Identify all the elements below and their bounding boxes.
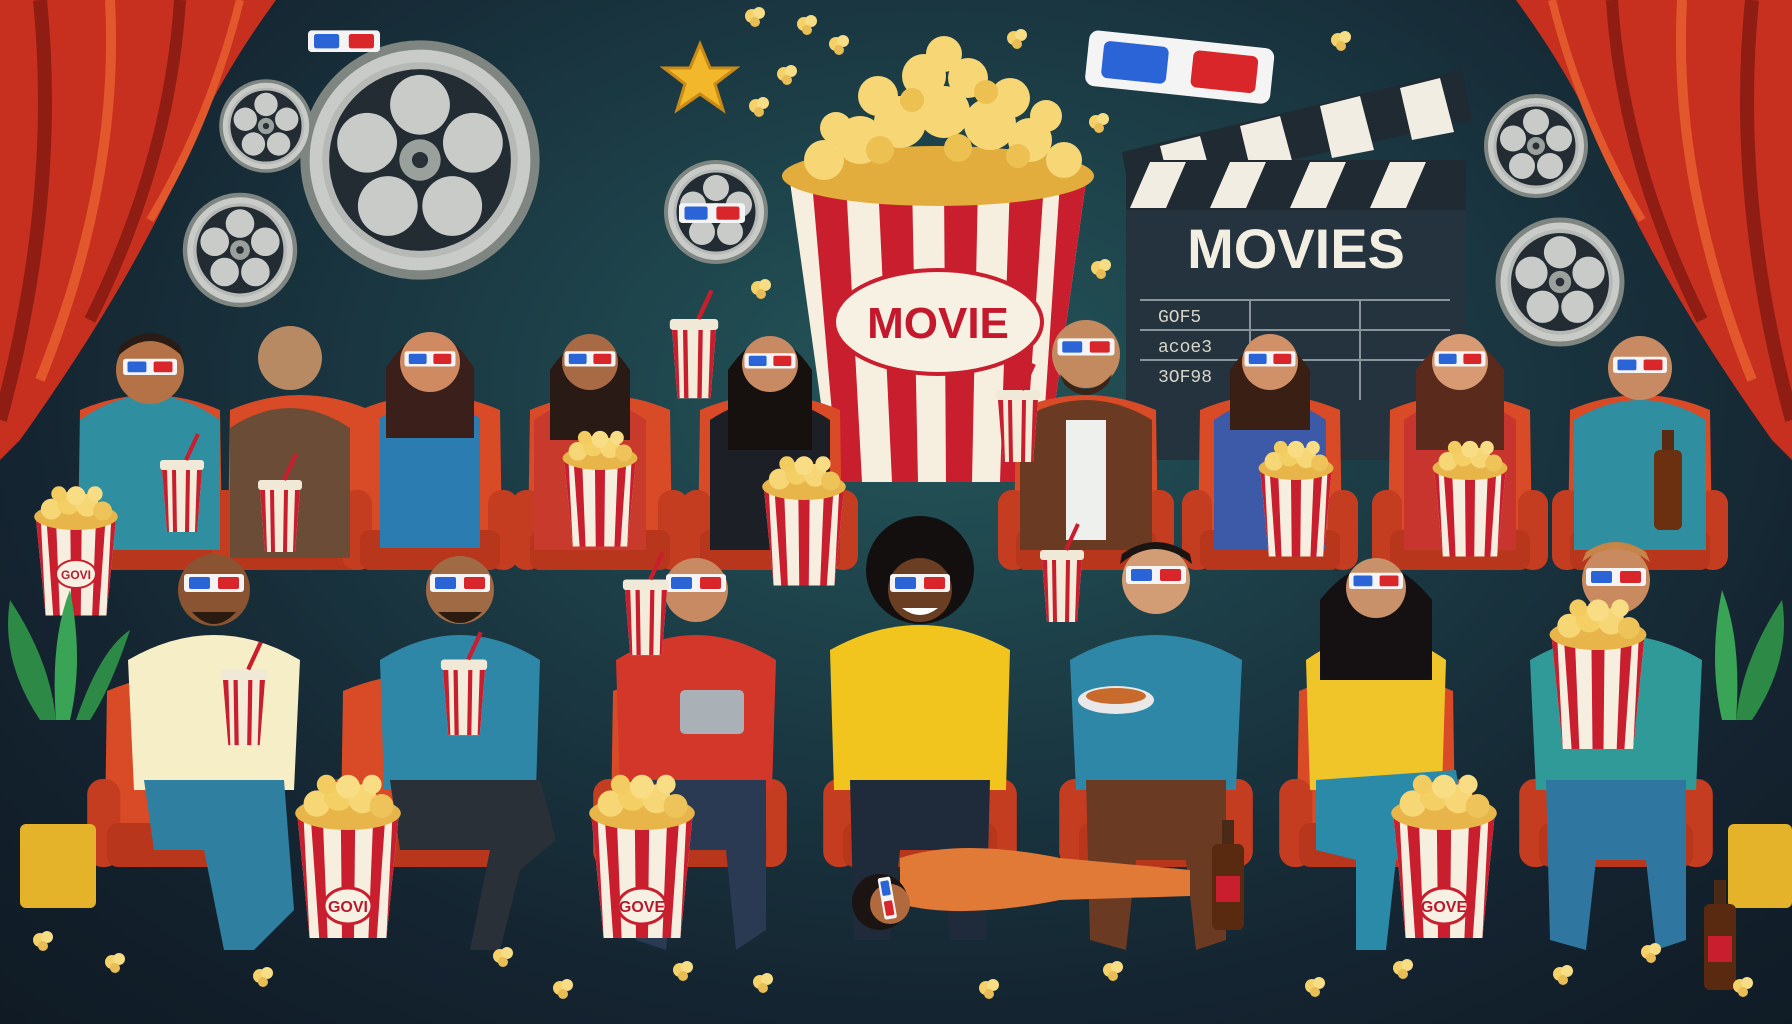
- popcorn-bucket-icon: GOVE: [1391, 774, 1497, 938]
- scattered-popcorn: [33, 931, 1753, 999]
- star-icon: [659, 40, 741, 114]
- slate-line-1: GOF5: [1158, 308, 1201, 328]
- row-cup-label: GOVI: [61, 568, 91, 582]
- popcorn-bucket-icon: [1549, 599, 1647, 749]
- film-reel-icon: [305, 45, 535, 275]
- film-reel-icon: [1484, 94, 1588, 198]
- 3d-glasses-icon: [1084, 29, 1276, 105]
- 3d-glasses-icon: [679, 203, 745, 223]
- popcorn-bucket-icon: [562, 430, 638, 547]
- slate-title: MOVIES: [1187, 217, 1405, 280]
- film-reel-icon: [185, 195, 295, 305]
- popcorn-bucket-icon: GOVI: [295, 774, 401, 938]
- floor-popcorn-label-3: GOVE: [1421, 899, 1468, 916]
- film-reel-icon: [1498, 220, 1622, 344]
- popcorn-bucket-icon: [1432, 440, 1508, 557]
- popcorn-bucket-icon: [762, 456, 846, 586]
- floor-popcorn-label-2: GOVE: [619, 899, 666, 916]
- popcorn-bucket-icon: GOVE: [589, 774, 695, 938]
- popcorn-bucket-icon: [34, 486, 118, 616]
- film-reel-icon: [219, 79, 313, 173]
- scene-illustration: MOVIES GOF5 acoe3 3OF98 MOVIE GOVI GOVE …: [0, 0, 1792, 999]
- floor-popcorn-label-1: GOVI: [328, 899, 368, 916]
- plant-icon: [1715, 590, 1792, 908]
- drink-cup-icon: [670, 290, 718, 398]
- slate-line-3: 3OF98: [1158, 368, 1212, 388]
- 3d-glasses-icon: [308, 30, 380, 52]
- movie-night-scene: MOVIES GOF5 acoe3 3OF98 MOVIE GOVI GOVE …: [0, 0, 1792, 1024]
- popcorn-bucket-icon: [1258, 440, 1334, 557]
- big-popcorn-label: MOVIE: [867, 299, 1009, 348]
- slate-line-2: acoe3: [1158, 338, 1212, 358]
